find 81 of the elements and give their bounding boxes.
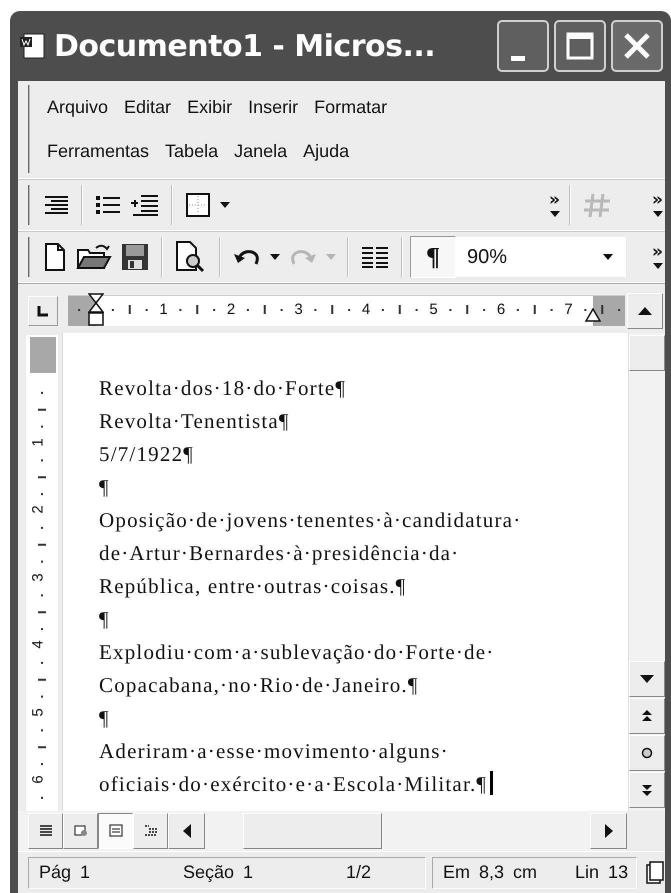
document-text-line: ¶ [99,607,110,631]
toolbar-overflow-button[interactable]: » [650,193,665,217]
document-text-line: ¶ [99,706,110,730]
up-arrow-icon [638,306,652,314]
ruler-number: 1 [30,438,47,446]
scroll-left-button[interactable] [168,813,205,849]
close-icon [622,31,652,61]
text-cursor [490,771,494,795]
scroll-down-button[interactable] [629,661,665,697]
left-arrow-icon [182,824,190,838]
document-text-line: Revolta·dos·18·do·Forte¶ [99,376,346,400]
document-text-line: de·Artur·Bernardes·à·presidência·da· [99,541,460,565]
menu-item[interactable]: Ajuda [298,136,354,166]
maximize-button[interactable] [554,20,606,72]
normal-view-icon [38,823,54,839]
previous-page-button[interactable] [629,698,665,734]
left-tab-icon [37,304,49,316]
status-text: Lin 13 [575,862,628,883]
outline-view-button[interactable] [133,813,168,849]
maximize-icon [565,31,595,61]
web-layout-button[interactable] [63,813,98,849]
right-indent-marker-icon[interactable] [585,308,601,322]
document-text-line: Revolta·Tenentista¶ [99,409,290,433]
browse-object-button[interactable] [629,735,665,771]
document-text-line: Copacabana,·no·Rio·de·Janeiro.¶ [99,673,419,697]
menu-item[interactable]: Exibir [182,92,238,122]
web-layout-icon [72,823,88,839]
toolbar-overflow-button[interactable]: » [650,245,665,269]
columns-icon[interactable] [360,244,390,270]
folder-icon[interactable] [76,242,112,272]
ruler-number: 6 [30,775,47,784]
increase-indent-icon[interactable] [130,192,160,218]
close-button[interactable] [611,20,663,72]
menu-item[interactable]: Janela [229,136,292,166]
toolbar-overflow-button[interactable]: » [547,193,562,217]
document-text-line: 5/7/1922¶ [99,442,194,466]
blank-page-icon[interactable] [42,242,68,272]
circle-icon [640,746,654,760]
scroll-right-button[interactable] [590,813,627,849]
dropdown-caret-icon[interactable] [270,253,280,261]
document-text-line: Explodiu·com·a·sublevação·do·Forte·de· [99,640,494,664]
window-title: Documento1 - Micros... [54,28,436,64]
normal-view-button[interactable] [28,813,63,849]
ruler-number: 3 [30,572,47,582]
status-text: Seção 1 [182,862,254,883]
borders-icon[interactable] [184,191,212,219]
ruler-number: 4 [30,640,47,649]
document-text-line: Oposição·de·jovens·tenentes·à·candidatura· [99,508,522,532]
ruler-margin [30,337,56,373]
double-down-arrow-icon [640,783,654,797]
menu-item[interactable]: Arquivo [42,92,114,122]
document-text-line: Aderiram·a·esse·movimento·alguns· [99,739,449,763]
scroll-up-button[interactable] [627,292,663,328]
zoom-combo-box[interactable]: 90% [456,237,626,277]
dropdown-caret-icon[interactable] [603,253,613,261]
status-text: 1/2 [346,862,371,883]
tab-stop-button[interactable] [28,296,58,326]
outline-view-icon [142,823,158,839]
status-text: Em 8,3 cm [443,862,538,883]
document-text-line: oficiais·do·exército·e·a·Escola·Militar.¶ [99,772,488,796]
print-layout-icon [108,823,124,839]
menu-item[interactable]: Formatar [309,92,392,122]
minimize-button[interactable] [497,20,549,72]
document-text-line: ¶ [99,475,110,499]
dropdown-caret-icon[interactable] [220,201,230,209]
ruler-number: 5 [30,708,47,716]
menu-item[interactable]: Inserir [243,92,304,122]
menu-item[interactable]: Tabela [160,136,224,166]
status-text: Pág 1 [39,862,90,883]
print-layout-button[interactable] [98,813,133,849]
document-text-line: República, entre·outras·coisas.¶ [99,574,406,598]
minimize-icon [511,56,525,61]
next-page-button[interactable] [629,772,665,808]
scroll-thumb[interactable] [629,335,665,371]
show-formatting-button[interactable]: ¶ [410,236,456,278]
right-arrow-icon [604,824,612,838]
menu-item[interactable]: Ferramentas [42,136,154,166]
double-up-arrow-icon [640,709,654,723]
ruler-number: 2 [30,505,47,514]
menu-item[interactable]: Editar [119,92,176,122]
scroll-thumb[interactable] [243,813,382,849]
